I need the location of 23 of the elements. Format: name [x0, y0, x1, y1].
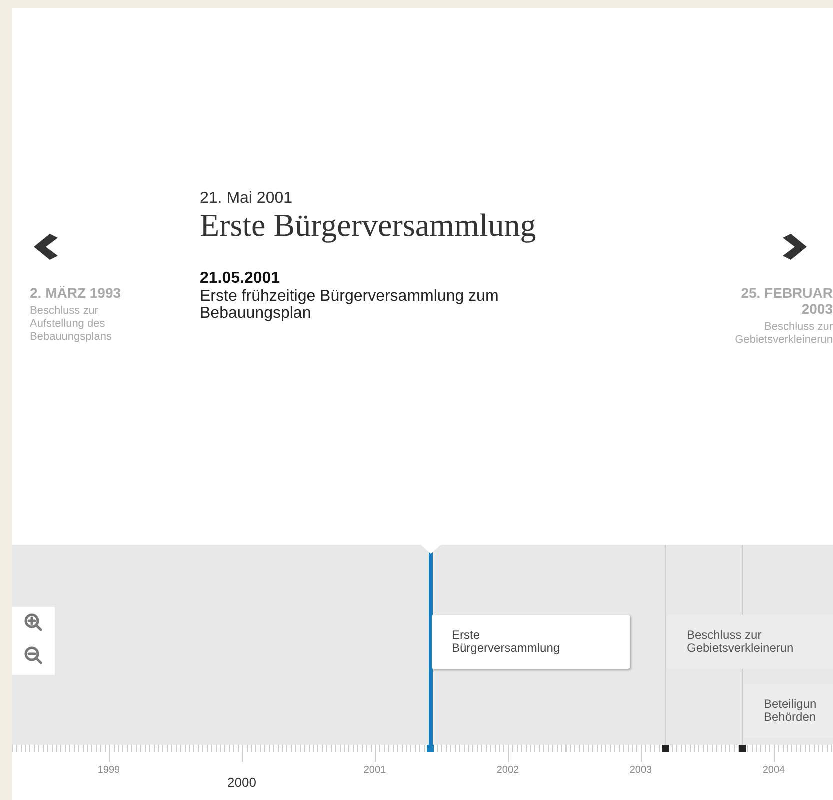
zoom-out-icon [24, 646, 44, 666]
event-marker[interactable] [427, 745, 434, 752]
event-flag[interactable]: Beschluss zur Gebietsverkleinerun [667, 615, 833, 669]
previous-date: 2. MÄRZ 1993 [30, 285, 122, 301]
year-label: 1999 [98, 765, 120, 776]
year-label: 2001 [364, 765, 386, 776]
event-subdate: 21.05.2001 [200, 270, 282, 288]
event-date: 21. Mai 2001 [200, 190, 294, 208]
next-date: 25. FEBRUAR 2003 [740, 285, 833, 317]
year-label: 2004 [762, 765, 786, 776]
event-marker[interactable] [739, 745, 746, 752]
event-flag[interactable]: Erste Bürgerversammlung [432, 615, 630, 669]
event-marker[interactable] [662, 745, 669, 752]
year-label: 2002 [496, 765, 520, 776]
zoom-in-icon [24, 613, 44, 633]
previous-description: Beschluss zur Aufstellung des Bebauungsplans [30, 305, 113, 344]
event-title: Erste Bürgerversammlung [200, 208, 538, 242]
event-description: Erste frühzeitige Bürgerversammlung zum Bebauungsplan [200, 288, 500, 322]
event-flag[interactable]: Beteiligun Behörden [744, 684, 833, 738]
pointer-icon [421, 545, 441, 554]
next-description: Beschluss zur Gebietsverkleinerun [734, 321, 833, 347]
year-label: 2003 [630, 765, 652, 776]
year-label: 2000 [228, 775, 256, 790]
